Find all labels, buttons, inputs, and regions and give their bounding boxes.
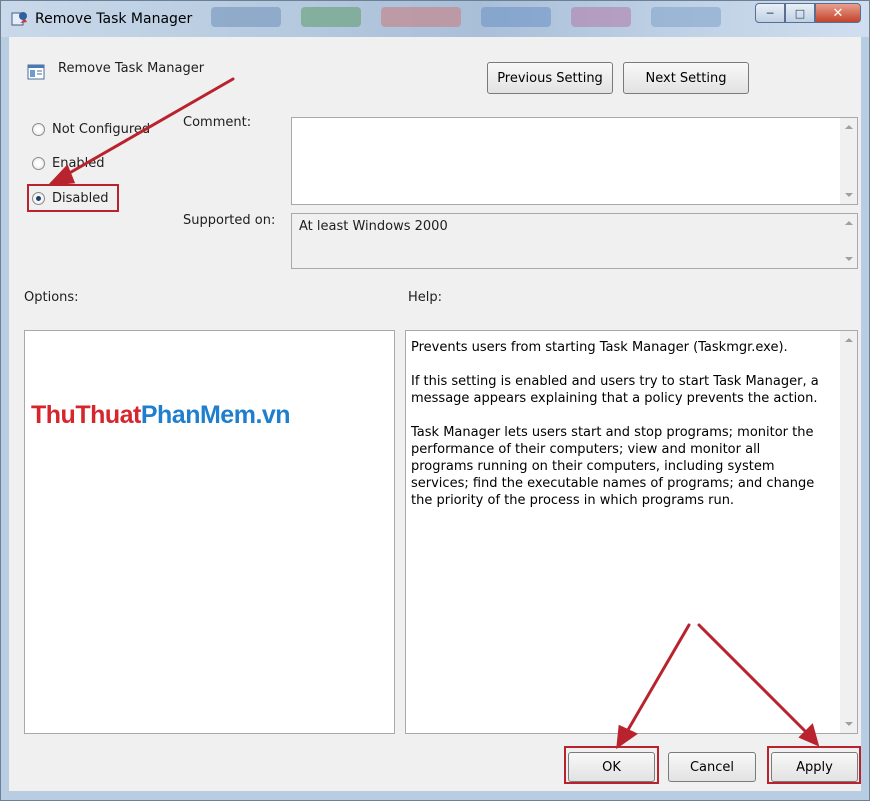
caption-buttons: ─ □ ✕ — [755, 3, 861, 23]
maximize-button[interactable]: □ — [785, 3, 815, 23]
window-title: Remove Task Manager — [35, 11, 193, 27]
supported-on-value: At least Windows 2000 — [299, 219, 448, 234]
radio-enabled-control[interactable] — [32, 157, 45, 170]
watermark-part1: ThuThuat — [31, 401, 141, 429]
policy-setting-icon — [27, 64, 45, 80]
help-paragraph: Task Manager lets users start and stop p… — [411, 425, 815, 508]
dialog-window: Remove Task Manager ─ □ ✕ Remove Task Ma… — [0, 0, 870, 801]
help-scrollbar[interactable] — [840, 331, 857, 733]
scroll-up-arrow-icon[interactable] — [845, 338, 853, 342]
scroll-down-arrow-icon[interactable] — [845, 722, 853, 726]
dialog-body: Remove Task Manager Previous Setting Nex… — [9, 37, 861, 791]
radio-disabled[interactable]: Disabled — [32, 191, 108, 206]
options-label: Options: — [24, 290, 79, 305]
cancel-button[interactable]: Cancel — [668, 752, 756, 782]
next-setting-button[interactable]: Next Setting — [623, 62, 749, 94]
supported-on-field: At least Windows 2000 — [291, 213, 858, 269]
apply-button[interactable]: Apply — [771, 752, 858, 782]
scroll-down-arrow-icon[interactable] — [845, 193, 853, 197]
radio-enabled[interactable]: Enabled — [32, 156, 105, 171]
help-paragraph: Prevents users from starting Task Manage… — [411, 340, 788, 355]
title-bar[interactable]: Remove Task Manager ─ □ ✕ — [1, 1, 869, 37]
watermark-part3: .vn — [255, 401, 291, 429]
options-panel: ThuThuatPhanMem.vn — [24, 330, 395, 734]
watermark-part2: PhanMem — [140, 401, 256, 429]
help-text: Prevents users from starting Task Manage… — [411, 339, 826, 526]
policy-title: Remove Task Manager — [58, 61, 205, 76]
policy-app-icon — [11, 12, 27, 26]
previous-setting-button[interactable]: Previous Setting — [487, 62, 613, 94]
help-panel: Prevents users from starting Task Manage… — [405, 330, 858, 734]
radio-disabled-control[interactable] — [32, 192, 45, 205]
supported-on-label: Supported on: — [183, 213, 276, 228]
radio-enabled-label: Enabled — [52, 156, 105, 171]
help-label: Help: — [408, 290, 443, 305]
watermark-logo: ThuThuatPhanMem.vn — [31, 401, 291, 430]
scroll-down-arrow-icon[interactable] — [845, 257, 853, 261]
comment-label: Comment: — [183, 115, 252, 130]
minimize-button[interactable]: ─ — [755, 3, 785, 23]
comment-textarea[interactable] — [291, 117, 858, 205]
scroll-up-arrow-icon[interactable] — [845, 125, 853, 129]
radio-not-configured[interactable]: Not Configured — [32, 122, 150, 137]
comment-scrollbar[interactable] — [840, 118, 857, 204]
help-paragraph: If this setting is enabled and users try… — [411, 374, 819, 406]
ok-button[interactable]: OK — [568, 752, 655, 782]
maximize-icon: □ — [794, 6, 806, 20]
scroll-up-arrow-icon[interactable] — [845, 221, 853, 225]
close-button[interactable]: ✕ — [815, 3, 861, 23]
minimize-icon: ─ — [766, 6, 774, 20]
radio-not-configured-control[interactable] — [32, 123, 45, 136]
radio-not-configured-label: Not Configured — [52, 122, 151, 137]
radio-disabled-label: Disabled — [52, 191, 109, 206]
close-icon: ✕ — [832, 5, 844, 21]
supported-scrollbar[interactable] — [840, 214, 857, 268]
